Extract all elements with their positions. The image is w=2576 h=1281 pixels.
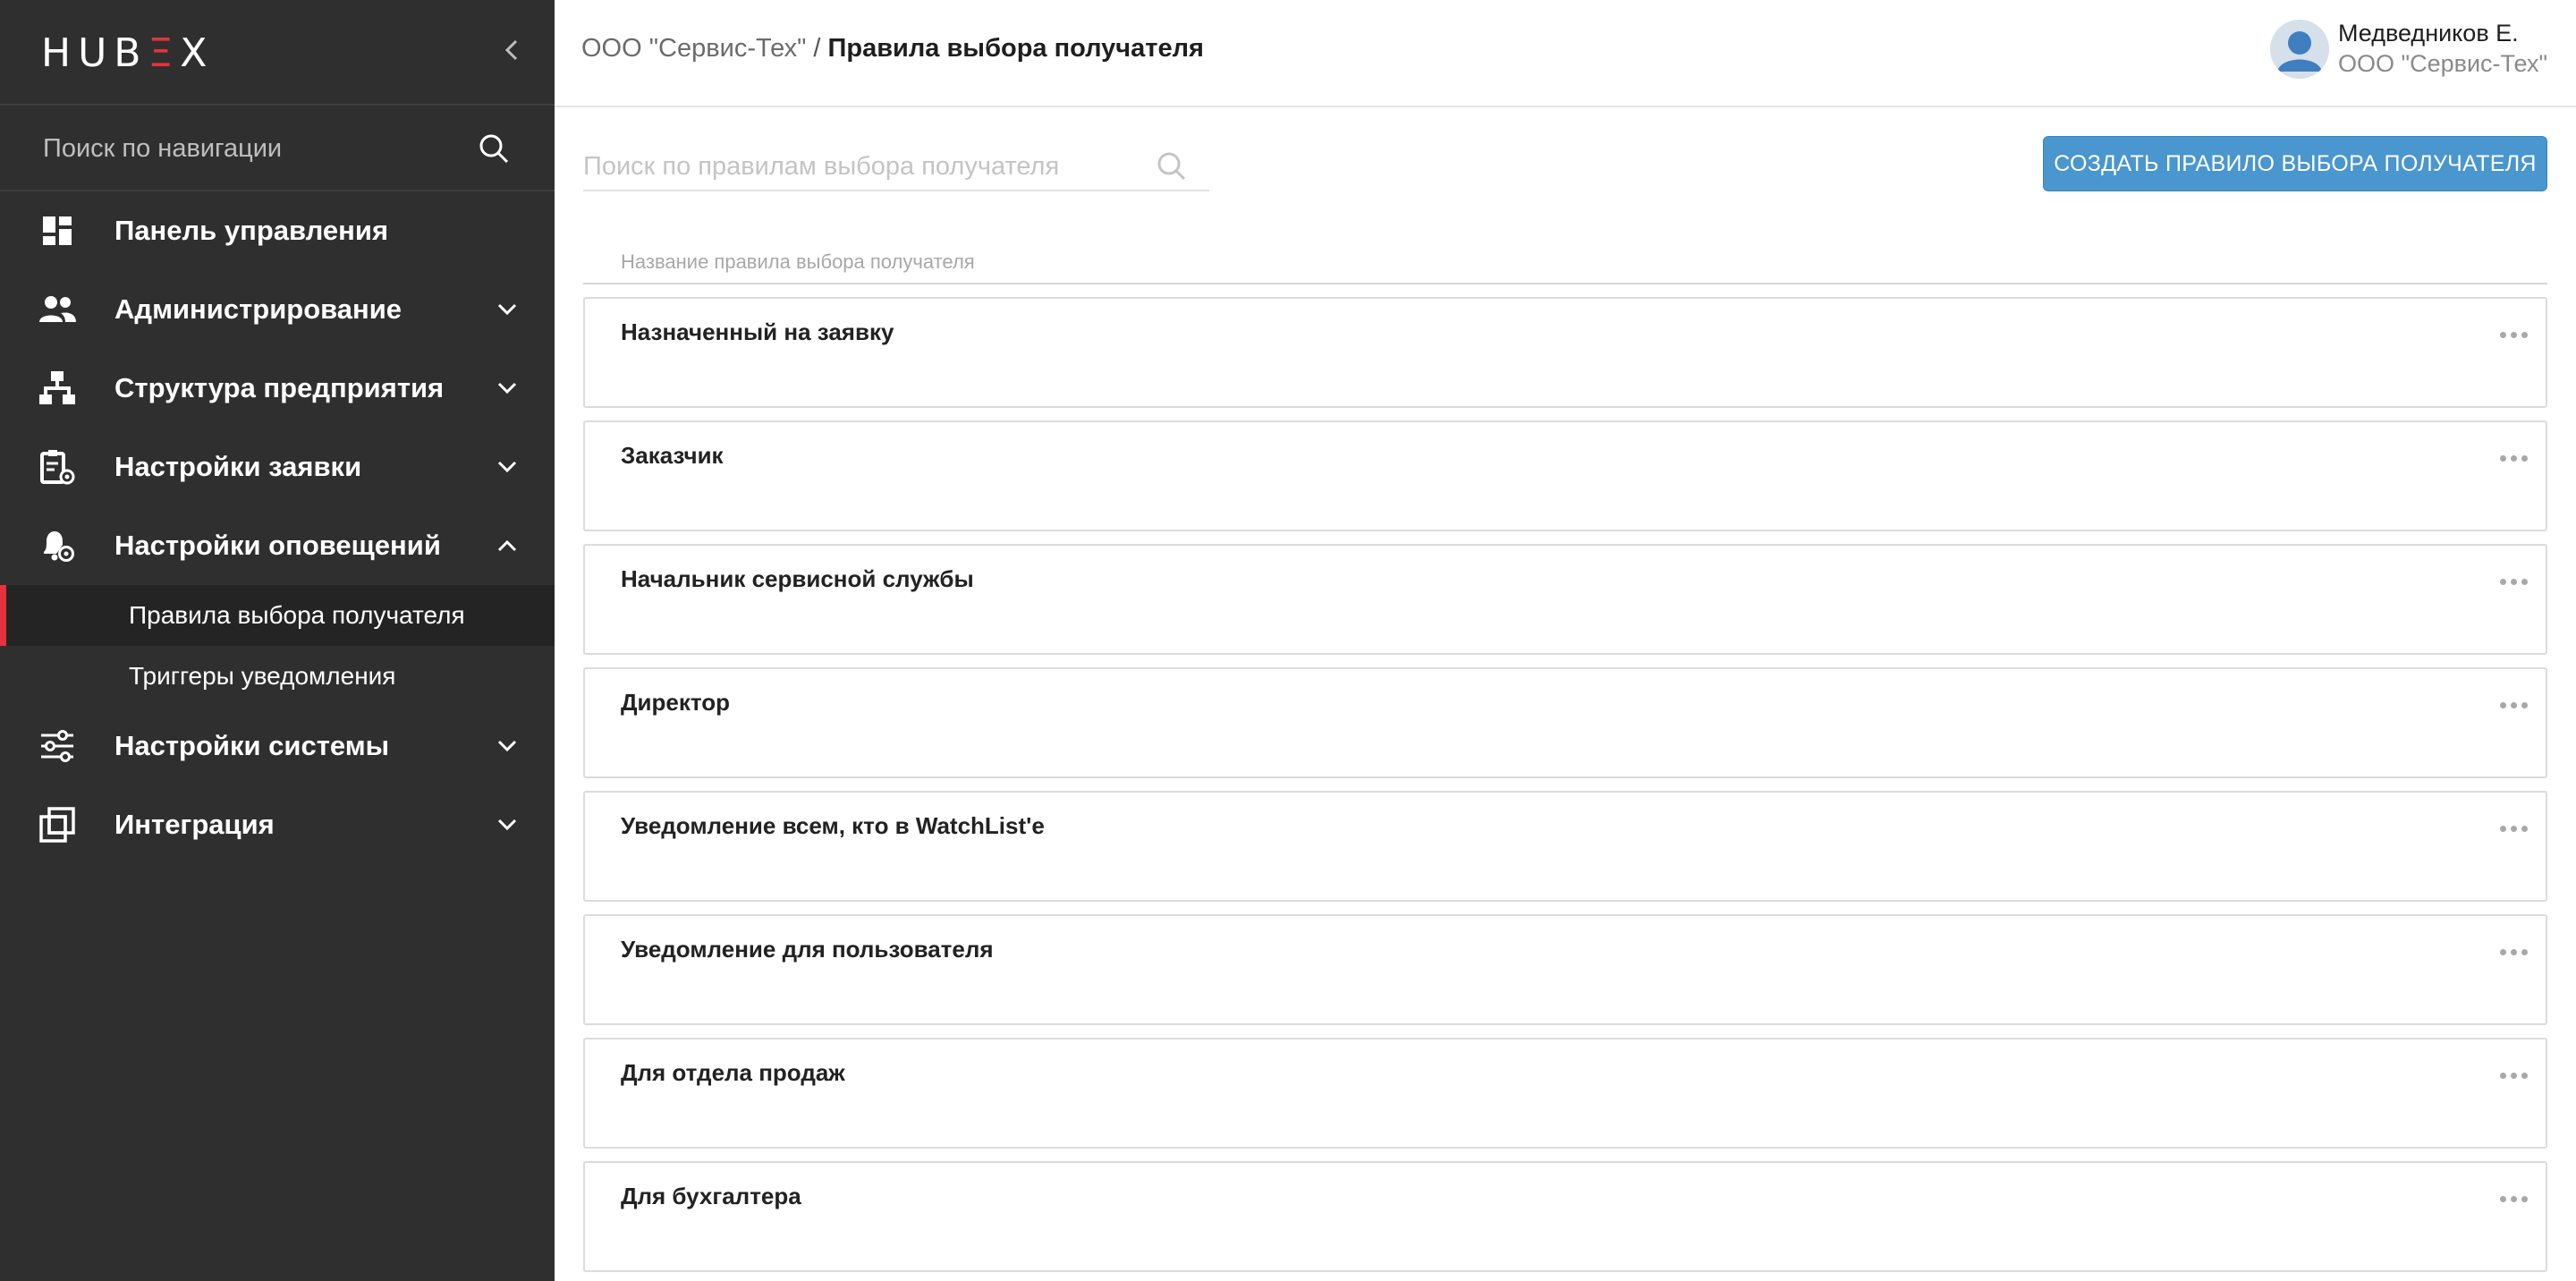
rule-name: Для отдела продаж: [621, 1059, 845, 1086]
user-name[interactable]: Медведников Е.: [2338, 20, 2519, 47]
sidebar-item-label: Панель управления: [114, 215, 389, 246]
rule-name: Назначенный на заявку: [621, 318, 894, 345]
search-icon[interactable]: [1156, 150, 1188, 182]
sidebar-subitem-recipient-rules[interactable]: Правила выбора получателя: [0, 585, 555, 646]
sidebar-item-dashboard[interactable]: Панель управления: [0, 193, 555, 268]
sidebar-item-notification-settings[interactable]: Настройки оповещений: [0, 508, 555, 583]
sidebar-item-administration[interactable]: Администрирование: [0, 272, 555, 347]
rule-name: Уведомление всем, кто в WatchList'e: [621, 812, 1045, 839]
rule-row[interactable]: Для бухгалтера: [583, 1161, 2547, 1272]
rule-name: Директор: [621, 689, 731, 716]
breadcrumb: ООО "Сервис-Тех" / Правила выбора получа…: [581, 34, 1204, 64]
rule-row[interactable]: Начальник сервисной службы: [583, 544, 2547, 655]
sidebar-item-integration[interactable]: Интеграция: [0, 787, 555, 862]
rules-search-input[interactable]: [583, 148, 1138, 184]
sidebar-item-label: Структура предприятия: [114, 372, 445, 403]
integration-icon: [38, 805, 77, 844]
user-organization: ООО "Сервис-Тех": [2338, 50, 2548, 77]
chevron-down-icon: [494, 454, 521, 480]
sidebar-item-label: Настройки оповещений: [114, 530, 441, 561]
chevron-left-icon: [504, 39, 518, 61]
rule-row[interactable]: Для отдела продаж: [583, 1038, 2547, 1149]
chevron-down-icon: [494, 375, 521, 402]
logo-row: HUBΞX: [0, 0, 555, 106]
sidebar: HUBΞX Панель управления Администрировани…: [0, 0, 555, 1281]
more-options-icon[interactable]: [2496, 1188, 2531, 1209]
create-recipient-rule-button[interactable]: СОЗДАТЬ ПРАВИЛО ВЫБОРА ПОЛУЧАТЕЛЯ: [2043, 136, 2547, 191]
sidebar-item-system-settings[interactable]: Настройки системы: [0, 708, 555, 784]
clipboard-settings-icon: [38, 447, 77, 487]
avatar[interactable]: [2270, 20, 2329, 79]
more-options-icon[interactable]: [2496, 694, 2531, 716]
more-options-icon[interactable]: [2496, 1065, 2531, 1086]
rule-name: Начальник сервисной службы: [621, 565, 974, 592]
logo-text-start: HUB: [41, 30, 148, 76]
nav-search: [0, 106, 555, 191]
user-avatar-icon: [2270, 20, 2329, 79]
logo-text-end: X: [180, 30, 215, 76]
top-header: ООО "Сервис-Тех" / Правила выбора получа…: [555, 0, 2576, 107]
bell-settings-icon: [38, 526, 77, 565]
breadcrumb-separator: /: [806, 34, 828, 63]
more-options-icon[interactable]: [2496, 818, 2531, 839]
chevron-up-icon: [494, 532, 521, 559]
org-structure-icon: [38, 369, 77, 408]
users-icon: [38, 290, 77, 329]
sidebar-item-label: Интеграция: [114, 809, 275, 840]
dashboard-icon: [38, 211, 77, 250]
sidebar-subitem-label: Триггеры уведомления: [129, 662, 396, 690]
rule-row[interactable]: Заказчик: [583, 420, 2547, 531]
breadcrumb-company-link[interactable]: ООО "Сервис-Тех": [581, 34, 806, 63]
chevron-down-icon: [494, 811, 521, 838]
rules-search: [583, 143, 1209, 191]
rule-row[interactable]: Директор: [583, 667, 2547, 778]
column-header-name: Название правила выбора получателя: [621, 250, 975, 273]
sidebar-item-org-structure[interactable]: Структура предприятия: [0, 351, 555, 426]
rule-name: Для бухгалтера: [621, 1183, 801, 1209]
nav-search-input[interactable]: [43, 129, 454, 168]
more-options-icon[interactable]: [2496, 571, 2531, 592]
sidebar-item-label: Настройки системы: [114, 730, 390, 761]
more-options-icon[interactable]: [2496, 447, 2531, 469]
hubex-logo[interactable]: HUBΞX: [41, 30, 214, 76]
search-icon[interactable]: [478, 132, 510, 165]
table-header: Название правила выбора получателя: [583, 249, 2547, 284]
page-title: Правила выбора получателя: [827, 34, 1204, 63]
rule-name: Заказчик: [621, 442, 724, 469]
rule-row[interactable]: Назначенный на заявку: [583, 297, 2547, 408]
more-options-icon[interactable]: [2496, 324, 2531, 345]
rule-name: Уведомление для пользователя: [621, 936, 994, 963]
logo-text-accent: Ξ: [148, 30, 181, 76]
sidebar-item-label: Администрирование: [114, 293, 402, 325]
rule-row[interactable]: Уведомление для пользователя: [583, 914, 2547, 1025]
sidebar-subitem-label: Правила выбора получателя: [129, 601, 465, 629]
chevron-down-icon: [494, 733, 521, 759]
sidebar-item-request-settings[interactable]: Настройки заявки: [0, 429, 555, 505]
collapse-sidebar-button[interactable]: [494, 32, 530, 68]
sidebar-subitem-notification-triggers[interactable]: Триггеры уведомления: [0, 646, 555, 707]
sliders-icon: [38, 726, 77, 766]
chevron-down-icon: [494, 296, 521, 323]
sidebar-item-label: Настройки заявки: [114, 451, 362, 482]
more-options-icon[interactable]: [2496, 941, 2531, 963]
rule-row[interactable]: Уведомление всем, кто в WatchList'e: [583, 791, 2547, 902]
